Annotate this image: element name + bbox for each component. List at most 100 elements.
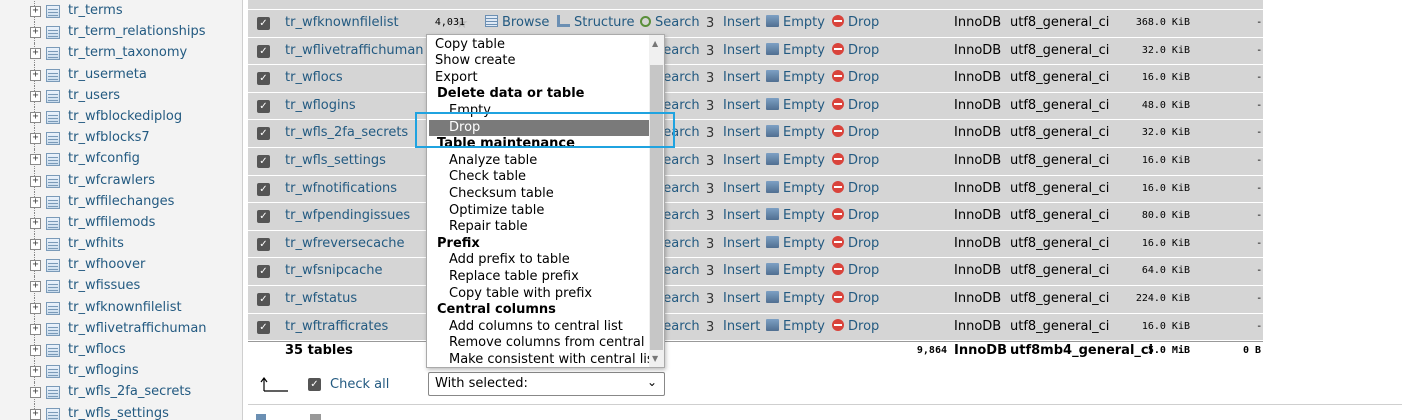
table-name-link[interactable]: tr_wfknownfilelist: [285, 15, 399, 30]
sidebar-table-item[interactable]: + tr_wfhoover: [0, 255, 242, 277]
drop-action[interactable]: Drop: [832, 290, 879, 306]
menu-replace-prefix[interactable]: Replace table prefix: [449, 269, 579, 285]
insert-action[interactable]: 3 Insert: [706, 43, 760, 59]
table-name-link[interactable]: tr_wfls_2fa_secrets: [285, 125, 408, 140]
insert-action[interactable]: 3 Insert: [706, 15, 760, 31]
expand-icon[interactable]: +: [30, 323, 41, 335]
expand-icon[interactable]: +: [30, 366, 41, 378]
menu-drop[interactable]: Drop: [429, 120, 649, 136]
expand-icon[interactable]: +: [30, 133, 41, 145]
menu-copy-table[interactable]: Copy table: [435, 37, 505, 53]
expand-icon[interactable]: +: [30, 281, 41, 293]
expand-icon[interactable]: +: [30, 154, 41, 166]
sidebar-table-label[interactable]: tr_wfknownfilelist: [68, 300, 182, 315]
expand-icon[interactable]: +: [30, 196, 41, 208]
drop-action[interactable]: Drop: [832, 318, 879, 334]
sidebar-table-item[interactable]: + tr_wflocs: [0, 340, 242, 362]
dictionary-icon[interactable]: [310, 414, 321, 420]
sidebar-table-label[interactable]: tr_wfcrawlers: [68, 173, 155, 188]
row-checkbox[interactable]: ✓: [257, 127, 270, 141]
expand-icon[interactable]: +: [30, 239, 41, 251]
row-checkbox[interactable]: ✓: [257, 320, 270, 334]
drop-action[interactable]: Drop: [832, 263, 879, 278]
check-all-link[interactable]: Check all: [330, 377, 389, 392]
sidebar-table-item[interactable]: + tr_term_relationships: [0, 22, 242, 44]
sidebar-table-item[interactable]: + tr_wfblockediplog: [0, 106, 242, 129]
insert-action[interactable]: 3 Insert: [706, 319, 760, 335]
sidebar-table-item[interactable]: + tr_wfls_2fa_secrets: [0, 382, 242, 404]
table-name-link[interactable]: tr_wfls_settings: [285, 153, 386, 168]
sidebar-table-label[interactable]: tr_wfissues: [68, 278, 140, 293]
row-checkbox[interactable]: ✓: [257, 17, 270, 30]
empty-action[interactable]: Empty: [766, 70, 825, 85]
expand-icon[interactable]: +: [30, 6, 41, 17]
insert-action[interactable]: 3 Insert: [706, 98, 760, 114]
expand-icon[interactable]: +: [30, 302, 41, 314]
insert-action[interactable]: 3 Insert: [706, 181, 760, 197]
row-checkbox[interactable]: ✓: [257, 72, 270, 86]
empty-action[interactable]: Empty: [766, 125, 825, 140]
sidebar-table-item[interactable]: + tr_users: [0, 85, 242, 107]
drop-action[interactable]: Drop: [832, 97, 879, 113]
table-name-link[interactable]: tr_wftrafficrates: [285, 319, 388, 334]
sidebar-table-item[interactable]: + tr_wfblocks7: [0, 128, 242, 150]
sidebar-table-label[interactable]: tr_wffilechanges: [68, 194, 174, 209]
menu-show-create[interactable]: Show create: [435, 53, 515, 69]
drop-action[interactable]: Drop: [832, 42, 879, 58]
insert-action[interactable]: 3 Insert: [706, 125, 760, 141]
browse-action[interactable]: Browse: [485, 15, 549, 30]
expand-icon[interactable]: +: [30, 27, 41, 39]
table-name-link[interactable]: tr_wflocs: [285, 70, 343, 85]
drop-action[interactable]: Drop: [832, 15, 879, 30]
drop-action[interactable]: Drop: [832, 125, 879, 140]
sidebar-table-item[interactable]: + tr_terms: [0, 1, 242, 23]
menu-analyze-table[interactable]: Analyze table: [449, 153, 537, 169]
row-checkbox[interactable]: ✓: [257, 182, 270, 196]
empty-action[interactable]: Empty: [766, 97, 825, 113]
sidebar-table-label[interactable]: tr_wflivetraffichuman: [68, 321, 207, 336]
empty-action[interactable]: Empty: [766, 318, 825, 334]
empty-action[interactable]: Empty: [766, 235, 825, 251]
sidebar-table-item[interactable]: + tr_wflivetraffichuman: [0, 318, 242, 340]
print-icon[interactable]: [256, 414, 266, 420]
expand-icon[interactable]: +: [30, 408, 41, 420]
insert-action[interactable]: 3 Insert: [706, 70, 760, 86]
insert-action[interactable]: 3 Insert: [706, 208, 760, 224]
menu-empty[interactable]: Empty: [449, 103, 491, 119]
sidebar-table-item[interactable]: + tr_wffilemods: [0, 212, 242, 235]
table-name-link[interactable]: tr_wfnotifications: [285, 181, 397, 196]
expand-icon[interactable]: +: [30, 387, 41, 399]
insert-action[interactable]: 3 Insert: [706, 153, 760, 169]
insert-action[interactable]: 3 Insert: [706, 236, 760, 252]
expand-icon[interactable]: +: [30, 345, 41, 356]
empty-action[interactable]: Empty: [766, 180, 825, 196]
sidebar-table-label[interactable]: tr_term_taxonomy: [68, 45, 187, 60]
empty-action[interactable]: Empty: [766, 290, 825, 306]
menu-repair-table[interactable]: Repair table: [449, 219, 528, 235]
sidebar-table-item[interactable]: + tr_wfcrawlers: [0, 170, 242, 192]
menu-check-table[interactable]: Check table: [449, 169, 526, 185]
drop-action[interactable]: Drop: [832, 152, 879, 168]
sidebar-table-item[interactable]: + tr_wffilechanges: [0, 191, 242, 213]
expand-icon[interactable]: +: [30, 111, 41, 123]
sidebar-table-label[interactable]: tr_wflogins: [68, 363, 139, 378]
sidebar-table-label[interactable]: tr_wfblockediplog: [68, 109, 182, 124]
sidebar-table-item[interactable]: + tr_wfhits: [0, 234, 242, 256]
menu-scrollbar[interactable]: ▲ ▼: [649, 35, 664, 367]
empty-action[interactable]: Empty: [766, 263, 825, 278]
expand-icon[interactable]: +: [30, 48, 41, 60]
empty-action[interactable]: Empty: [766, 208, 825, 223]
structure-action[interactable]: Structure: [557, 15, 634, 30]
sidebar-table-item[interactable]: + tr_wflogins: [0, 361, 242, 383]
sidebar-table-label[interactable]: tr_terms: [68, 3, 123, 18]
sidebar-table-label[interactable]: tr_wflocs: [68, 342, 126, 357]
drop-action[interactable]: Drop: [832, 208, 879, 223]
insert-action[interactable]: 3 Insert: [706, 291, 760, 307]
sidebar-table-label[interactable]: tr_usermeta: [68, 67, 147, 82]
menu-copy-with-prefix[interactable]: Copy table with prefix: [449, 286, 592, 302]
scrollbar-thumb[interactable]: [650, 65, 663, 350]
row-checkbox[interactable]: ✓: [257, 210, 270, 224]
menu-checksum-table[interactable]: Checksum table: [449, 186, 554, 202]
insert-action[interactable]: 3 Insert: [706, 263, 760, 279]
table-name-link[interactable]: tr_wflivetraffichuman: [285, 43, 424, 58]
